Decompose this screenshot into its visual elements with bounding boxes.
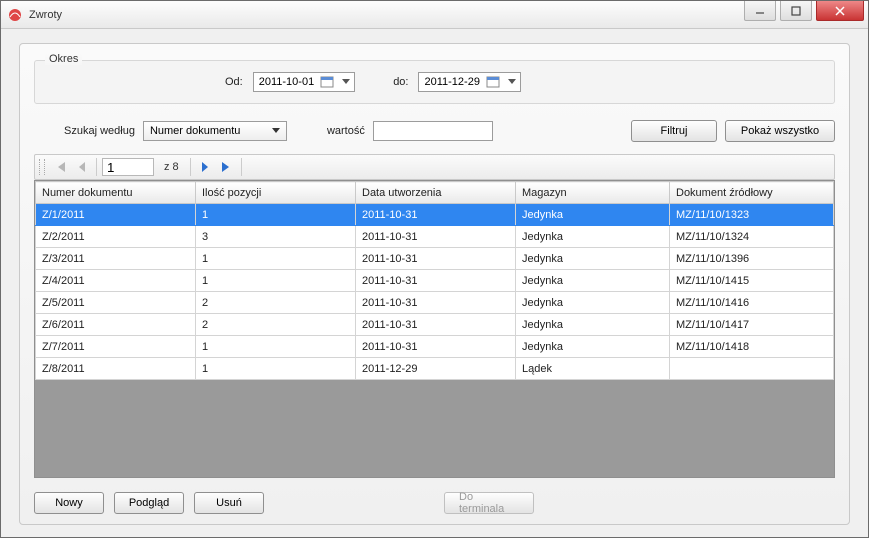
filtruj-button[interactable]: Filtruj bbox=[631, 120, 717, 142]
table-cell: 2 bbox=[196, 292, 356, 314]
table-cell: 2 bbox=[196, 314, 356, 336]
table-row[interactable]: Z/2/201132011-10-31JedynkaMZ/11/10/1324 bbox=[36, 226, 834, 248]
table-cell: 2011-10-31 bbox=[356, 204, 516, 226]
nav-next-button[interactable] bbox=[196, 158, 214, 176]
filter-row: Szukaj według Numer dokumentu wartość Fi… bbox=[34, 120, 835, 142]
table-cell: 2011-10-31 bbox=[356, 226, 516, 248]
od-value: 2011-10-01 bbox=[259, 76, 314, 88]
close-button[interactable] bbox=[816, 1, 864, 21]
table-row[interactable]: Z/7/201112011-10-31JedynkaMZ/11/10/1418 bbox=[36, 336, 834, 358]
table-cell: MZ/11/10/1415 bbox=[670, 270, 834, 292]
do-datepicker[interactable]: 2011-12-29 bbox=[418, 72, 520, 92]
do-label: do: bbox=[393, 76, 408, 88]
table-cell: 1 bbox=[196, 204, 356, 226]
table-cell: 1 bbox=[196, 358, 356, 380]
wartosc-label: wartość bbox=[327, 125, 365, 137]
table-cell: Lądek bbox=[516, 358, 670, 380]
table-cell: Jedynka bbox=[516, 336, 670, 358]
table-cell: Jedynka bbox=[516, 292, 670, 314]
minimize-button[interactable] bbox=[744, 1, 776, 21]
nowy-button[interactable]: Nowy bbox=[34, 492, 104, 514]
table-cell: MZ/11/10/1417 bbox=[670, 314, 834, 336]
footer-buttons: Nowy Podgląd Usuń Do terminala bbox=[34, 492, 835, 514]
col-numer[interactable]: Numer dokumentu bbox=[36, 182, 196, 204]
combo-value: Numer dokumentu bbox=[150, 125, 241, 137]
table-cell: Jedynka bbox=[516, 248, 670, 270]
szukaj-label: Szukaj według bbox=[64, 125, 135, 137]
do-value: 2011-12-29 bbox=[424, 76, 479, 88]
calendar-icon bbox=[486, 75, 500, 89]
od-datepicker[interactable]: 2011-10-01 bbox=[253, 72, 355, 92]
table-cell bbox=[670, 358, 834, 380]
okres-group: Okres Od: 2011-10-01 do: 2011-12-29 bbox=[34, 60, 835, 104]
app-window: Zwroty Okres Od: 2011-10-01 bbox=[0, 0, 869, 538]
table-cell: Z/7/2011 bbox=[36, 336, 196, 358]
table-row[interactable]: Z/6/201122011-10-31JedynkaMZ/11/10/1417 bbox=[36, 314, 834, 336]
podglad-button[interactable]: Podgląd bbox=[114, 492, 184, 514]
table-cell: Jedynka bbox=[516, 270, 670, 292]
table-cell: Z/4/2011 bbox=[36, 270, 196, 292]
nav-prev-button[interactable] bbox=[73, 158, 91, 176]
table-cell: 1 bbox=[196, 336, 356, 358]
table-cell: MZ/11/10/1323 bbox=[670, 204, 834, 226]
table-cell: Z/8/2011 bbox=[36, 358, 196, 380]
table-row[interactable]: Z/4/201112011-10-31JedynkaMZ/11/10/1415 bbox=[36, 270, 834, 292]
window-title: Zwroty bbox=[29, 9, 740, 21]
table-cell: 1 bbox=[196, 270, 356, 292]
chevron-down-icon bbox=[506, 75, 518, 89]
nav-first-button[interactable] bbox=[51, 158, 69, 176]
table-cell: MZ/11/10/1324 bbox=[670, 226, 834, 248]
pokaz-wszystko-button[interactable]: Pokaż wszystko bbox=[725, 120, 835, 142]
table-cell: MZ/11/10/1418 bbox=[670, 336, 834, 358]
do-terminala-button[interactable]: Do terminala bbox=[444, 492, 534, 514]
search-by-combo[interactable]: Numer dokumentu bbox=[143, 121, 287, 141]
usun-button[interactable]: Usuń bbox=[194, 492, 264, 514]
table-cell: Z/1/2011 bbox=[36, 204, 196, 226]
main-panel: Okres Od: 2011-10-01 do: 2011-12-29 Szuk… bbox=[19, 43, 850, 525]
table-cell: 2011-10-31 bbox=[356, 336, 516, 358]
maximize-button[interactable] bbox=[780, 1, 812, 21]
table-header-row: Numer dokumentu Ilość pozycji Data utwor… bbox=[36, 182, 834, 204]
table-cell: 2011-10-31 bbox=[356, 248, 516, 270]
table-cell: Z/2/2011 bbox=[36, 226, 196, 248]
table-cell: Z/3/2011 bbox=[36, 248, 196, 270]
chevron-down-icon bbox=[340, 75, 352, 89]
table-cell: 3 bbox=[196, 226, 356, 248]
page-input[interactable] bbox=[102, 158, 154, 176]
table-row[interactable]: Z/8/201112011-12-29Lądek bbox=[36, 358, 834, 380]
col-data[interactable]: Data utworzenia bbox=[356, 182, 516, 204]
table-row[interactable]: Z/3/201112011-10-31JedynkaMZ/11/10/1396 bbox=[36, 248, 834, 270]
table-cell: 2011-10-31 bbox=[356, 292, 516, 314]
chevron-down-icon bbox=[270, 128, 282, 134]
grid-filler bbox=[35, 380, 834, 477]
calendar-icon bbox=[320, 75, 334, 89]
table-cell: MZ/11/10/1396 bbox=[670, 248, 834, 270]
navigator-bar: z 8 bbox=[34, 154, 835, 180]
grip-icon bbox=[39, 159, 45, 175]
titlebar: Zwroty bbox=[1, 1, 868, 29]
table-cell: 1 bbox=[196, 248, 356, 270]
table-cell: Jedynka bbox=[516, 226, 670, 248]
app-icon bbox=[7, 7, 23, 23]
table-cell: Jedynka bbox=[516, 314, 670, 336]
table-cell: 2011-10-31 bbox=[356, 314, 516, 336]
table-cell: MZ/11/10/1416 bbox=[670, 292, 834, 314]
col-ilosc[interactable]: Ilość pozycji bbox=[196, 182, 356, 204]
table-cell: 2011-10-31 bbox=[356, 270, 516, 292]
table-cell: Z/5/2011 bbox=[36, 292, 196, 314]
table-cell: Z/6/2011 bbox=[36, 314, 196, 336]
nav-last-button[interactable] bbox=[218, 158, 236, 176]
page-count-label: z 8 bbox=[158, 161, 185, 173]
od-label: Od: bbox=[225, 76, 243, 88]
table-row[interactable]: Z/5/201122011-10-31JedynkaMZ/11/10/1416 bbox=[36, 292, 834, 314]
table-cell: Jedynka bbox=[516, 204, 670, 226]
content-area: Okres Od: 2011-10-01 do: 2011-12-29 Szuk… bbox=[1, 29, 868, 537]
wartosc-input[interactable] bbox=[373, 121, 493, 141]
table-cell: 2011-12-29 bbox=[356, 358, 516, 380]
okres-legend: Okres bbox=[45, 53, 82, 65]
col-zrodlowy[interactable]: Dokument źródłowy bbox=[670, 182, 834, 204]
table-row[interactable]: Z/1/201112011-10-31JedynkaMZ/11/10/1323 bbox=[36, 204, 834, 226]
col-magazyn[interactable]: Magazyn bbox=[516, 182, 670, 204]
data-grid[interactable]: Numer dokumentu Ilość pozycji Data utwor… bbox=[34, 180, 835, 478]
